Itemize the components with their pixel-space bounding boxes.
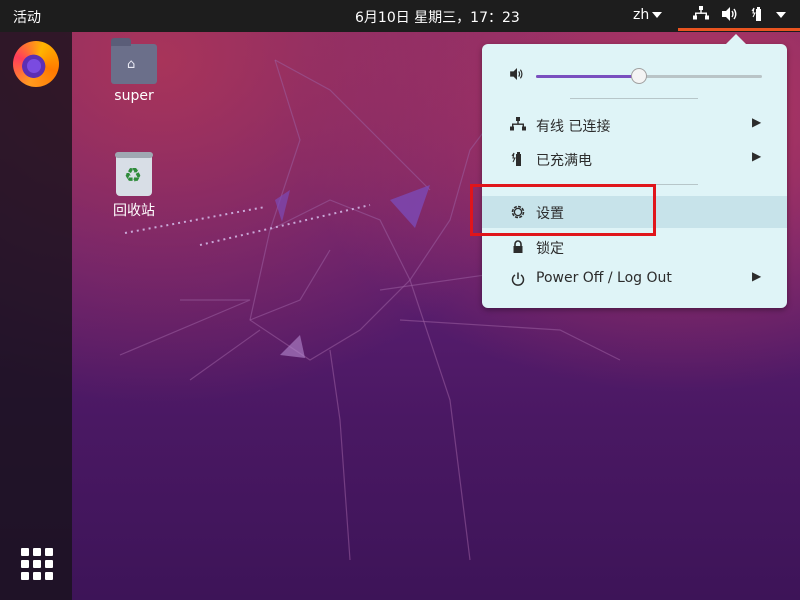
system-menu-popup: 有线 已连接 ▶ 已充满电 ▶ 设置 锁定 Power Off / Log Ou… [482, 34, 787, 308]
menu-item-label: Power Off / Log Out [536, 270, 672, 286]
menu-item-label: 有线 已连接 [536, 119, 611, 135]
clock-button[interactable]: 6月10日 星期三，17：23 [355, 7, 520, 27]
trash-recycle-icon: ♻ [115, 152, 153, 196]
chevron-down-icon [652, 12, 662, 18]
network-wired-icon [510, 117, 526, 131]
chevron-right-icon: ▶ [752, 149, 762, 163]
chevron-right-icon: ▶ [752, 269, 762, 283]
volume-slider-fill [536, 75, 638, 78]
show-applications-button[interactable] [21, 548, 53, 580]
firefox-icon[interactable] [13, 41, 59, 87]
volume-icon [510, 68, 523, 80]
volume-icon [722, 7, 737, 21]
lock-icon [513, 240, 523, 253]
top-bar: 活动 6月10日 星期三，17：23 zh [0, 0, 800, 32]
chevron-right-icon: ▶ [752, 115, 762, 129]
menu-item-label: 锁定 [536, 241, 564, 257]
power-icon [511, 272, 525, 286]
desktop-icon-label: 回收站 [113, 203, 155, 219]
menu-item-label: 已充满电 [536, 153, 592, 169]
battery-full-icon [511, 152, 521, 166]
volume-slider-handle[interactable] [630, 68, 647, 84]
menu-item-power[interactable]: Power Off / Log Out ▶ [482, 263, 787, 295]
input-method-button[interactable]: zh [633, 7, 649, 23]
menu-separator [570, 98, 698, 99]
popup-arrow [726, 34, 746, 44]
volume-slider[interactable] [536, 68, 762, 84]
system-menu-button[interactable] [678, 0, 800, 31]
activities-button[interactable]: 活动 [13, 7, 41, 27]
dock [0, 32, 72, 600]
desktop-icon-trash[interactable]: ♻ 回收站 [99, 152, 169, 220]
network-wired-icon [693, 6, 709, 20]
battery-icon [751, 7, 761, 21]
desktop-icon-label: super [114, 88, 154, 104]
volume-row [482, 64, 787, 88]
home-folder-icon: ⌂ [111, 38, 157, 84]
chevron-down-icon [776, 12, 786, 18]
menu-item-battery[interactable]: 已充满电 ▶ [482, 143, 787, 175]
annotation-highlight-box [470, 184, 656, 236]
desktop-icon-home[interactable]: ⌂ super [99, 38, 169, 104]
menu-item-network[interactable]: 有线 已连接 ▶ [482, 109, 787, 141]
